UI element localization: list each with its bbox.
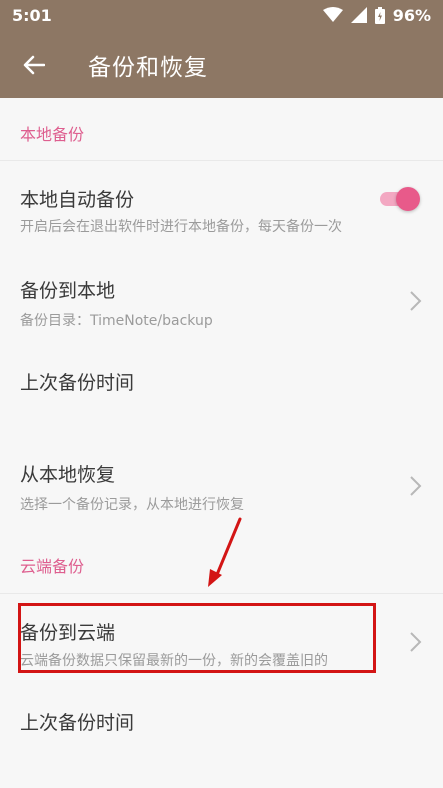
- status-icons: 96%: [322, 5, 431, 25]
- toggle-thumb: [396, 187, 420, 211]
- section-header-cloud: 云端备份: [20, 557, 85, 576]
- auto-backup-title: 本地自动备份: [20, 189, 135, 211]
- auto-backup-subtitle: 开启后会在退出软件时进行本地备份，每天备份一次: [20, 219, 342, 235]
- auto-backup-toggle[interactable]: [378, 187, 420, 211]
- chevron-right-icon: [410, 291, 422, 311]
- backup-to-local-subtitle: 备份目录：TimeNote/backup: [20, 313, 213, 329]
- restore-from-local-title: 从本地恢复: [20, 464, 116, 486]
- back-button[interactable]: [14, 45, 54, 85]
- battery-level: 96%: [392, 5, 431, 25]
- restore-from-local-subtitle: 选择一个备份记录，从本地进行恢复: [20, 497, 244, 513]
- status-time: 5:01: [12, 5, 52, 25]
- top-bar: 5:01 96% 备份和恢复: [0, 0, 443, 98]
- last-backup-time-local-title: 上次备份时间: [20, 372, 135, 394]
- wifi-icon: [322, 7, 343, 22]
- last-backup-time-cloud-title: 上次备份时间: [20, 712, 135, 734]
- battery-icon: [374, 6, 385, 24]
- section-header-local: 本地备份: [20, 125, 85, 144]
- chevron-right-icon: [410, 632, 422, 652]
- auto-backup-item[interactable]: 本地自动备份 开启后会在退出软件时进行本地备份，每天备份一次: [0, 161, 443, 247]
- status-bar: 5:01 96%: [0, 0, 443, 30]
- last-backup-time-local-item[interactable]: 上次备份时间: [0, 350, 443, 434]
- back-arrow-icon: [23, 55, 45, 75]
- annotation-arrow-icon: [208, 517, 242, 587]
- app-bar: 备份和恢复: [0, 32, 443, 98]
- highlight-box: [18, 603, 376, 673]
- page-title: 备份和恢复: [88, 55, 208, 81]
- last-backup-time-cloud-item[interactable]: 上次备份时间: [0, 690, 443, 770]
- backup-to-local-item[interactable]: 备份到本地 备份目录：TimeNote/backup: [0, 255, 443, 345]
- chevron-right-icon: [410, 476, 422, 496]
- signal-icon: [350, 7, 367, 23]
- backup-to-local-title: 备份到本地: [20, 280, 116, 302]
